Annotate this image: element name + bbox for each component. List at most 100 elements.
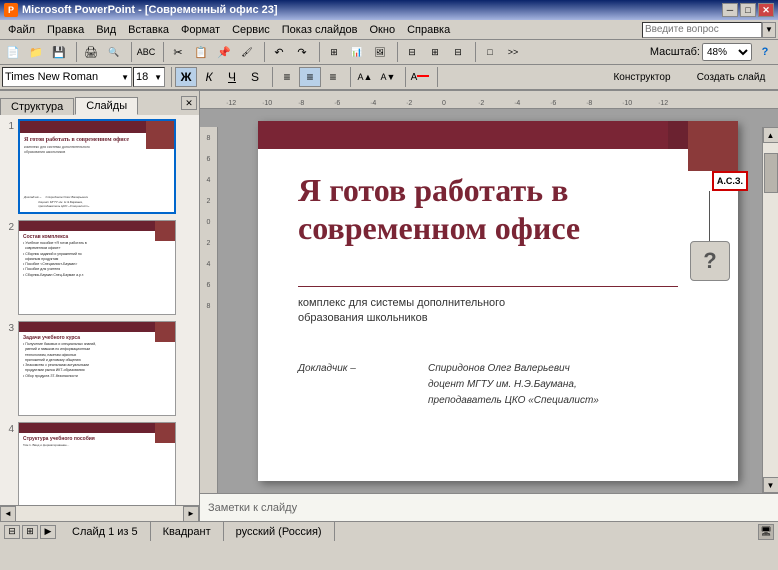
format-toolbar: Times New Roman ▼ 18 ▼ Ж К Ч S ≡ ≡ ≡ A▲ … xyxy=(0,65,778,91)
view-buttons: ⊟ ⊞ ▶ xyxy=(0,525,60,539)
insert-picture-button[interactable]: 🖼 xyxy=(369,42,391,62)
status-icon-1[interactable]: 🖥 xyxy=(758,524,774,540)
paste-button[interactable]: 📌 xyxy=(213,42,235,62)
save-button[interactable]: 💾 xyxy=(48,42,70,62)
help-button[interactable]: ? xyxy=(754,42,776,62)
slide-accent-block2 xyxy=(668,121,688,149)
main-slide[interactable]: Я готов работать в современном офисе ком… xyxy=(258,121,738,481)
more-button[interactable]: >> xyxy=(502,42,524,62)
italic-button[interactable]: К xyxy=(198,67,220,87)
ruler-left: 8 6 4 2 0 2 4 6 8 xyxy=(200,127,218,493)
tb-sep-2 xyxy=(128,42,132,62)
menu-edit[interactable]: Правка xyxy=(41,23,90,37)
slide-thumb-3[interactable]: 3 Задачи учебного курса • Получение базо… xyxy=(2,321,197,416)
comment-box[interactable]: А.С.З. xyxy=(712,171,748,191)
tab-slides[interactable]: Слайды xyxy=(75,97,138,115)
font-size-box[interactable]: 18 ▼ xyxy=(133,67,165,87)
menu-file[interactable]: Файл xyxy=(2,23,41,37)
slide-num-2: 2 xyxy=(2,222,14,233)
font-size-increase[interactable]: A▲ xyxy=(354,67,376,87)
tb-sep-3 xyxy=(160,42,164,62)
expand-button[interactable]: ⊞ xyxy=(424,42,446,62)
font-name-arrow[interactable]: ▼ xyxy=(121,73,129,82)
scroll-down-button[interactable]: ▼ xyxy=(763,477,778,493)
comment-bubble[interactable]: ? xyxy=(690,241,730,281)
normal-view-button[interactable]: ⊟ xyxy=(4,525,20,539)
left-panel: Структура Слайды ✕ 1 Я готов работать в … xyxy=(0,91,200,521)
window-controls[interactable]: ─ □ ✕ xyxy=(722,3,774,17)
menu-view[interactable]: Вид xyxy=(90,23,122,37)
spell-check-button[interactable]: ABC xyxy=(135,42,157,62)
cut-button[interactable]: ✂ xyxy=(167,42,189,62)
help-search: ▼ xyxy=(642,22,776,38)
slideshow-button[interactable]: ▶ xyxy=(40,525,56,539)
sp4-header xyxy=(19,423,175,433)
sp4-accent xyxy=(155,423,175,443)
scroll-thumb[interactable] xyxy=(764,153,778,193)
slide-title-underline xyxy=(298,286,678,287)
minimize-button[interactable]: ─ xyxy=(722,3,738,17)
font-color-button[interactable]: A xyxy=(409,67,431,87)
notes-area[interactable]: Заметки к слайду xyxy=(200,493,778,521)
sp2-header xyxy=(19,221,175,231)
new-slide-button[interactable]: Создать слайд xyxy=(686,67,776,87)
help-search-arrow[interactable]: ▼ xyxy=(762,22,776,38)
slide-preview-2: Состав комплекса • Учебное пособие «Я го… xyxy=(18,220,176,315)
grayscale-button[interactable]: □ xyxy=(479,42,501,62)
scroll-track[interactable] xyxy=(763,143,778,477)
align-right-button[interactable]: ≡ xyxy=(322,67,344,87)
slide-thumb-2[interactable]: 2 Состав комплекса • Учебное пособие «Я … xyxy=(2,220,197,315)
menu-window[interactable]: Окно xyxy=(364,23,402,37)
print-preview-button[interactable]: 🔍 xyxy=(103,42,125,62)
font-name-box[interactable]: Times New Roman ▼ xyxy=(2,67,132,87)
align-center-button[interactable]: ≡ xyxy=(299,67,321,87)
font-name-display: Times New Roman xyxy=(5,71,98,83)
open-button[interactable]: 📁 xyxy=(25,42,47,62)
font-size-arrow[interactable]: ▼ xyxy=(154,73,162,82)
new-button[interactable]: 📄 xyxy=(2,42,24,62)
slide-info: Слайд 1 из 5 xyxy=(60,522,151,541)
hscroll-track xyxy=(16,506,183,521)
slide-sorter-button[interactable]: ⊞ xyxy=(22,525,38,539)
designer-button[interactable]: Конструктор xyxy=(602,67,682,87)
redo-button[interactable]: ↷ xyxy=(291,42,313,62)
copy-button[interactable]: 📋 xyxy=(190,42,212,62)
font-size-display: 18 xyxy=(136,71,148,83)
maximize-button[interactable]: □ xyxy=(740,3,756,17)
insert-chart-button[interactable]: 📊 xyxy=(346,42,368,62)
menu-insert[interactable]: Вставка xyxy=(122,23,175,37)
scroll-up-button[interactable]: ▲ xyxy=(763,127,778,143)
close-button[interactable]: ✕ xyxy=(758,3,774,17)
sp1-accent2 xyxy=(136,121,146,133)
fmt-sep-3 xyxy=(347,67,351,87)
slide-thumb-4[interactable]: 4 Структура учебного пособия Том 1. Ввод… xyxy=(2,422,197,505)
slides-list: 1 Я готов работать в современном офисе к… xyxy=(0,115,199,505)
slide-thumb-1[interactable]: 1 Я готов работать в современном офисе к… xyxy=(2,119,197,214)
tables-button[interactable]: ⊟ xyxy=(401,42,423,62)
font-size-decrease[interactable]: A▼ xyxy=(377,67,399,87)
help-search-input[interactable] xyxy=(642,22,762,38)
undo-button[interactable]: ↶ xyxy=(268,42,290,62)
hscroll-right-button[interactable]: ► xyxy=(183,506,199,522)
collapse-button[interactable]: ⊟ xyxy=(447,42,469,62)
comment-line xyxy=(709,191,710,241)
print-button[interactable]: 🖨 xyxy=(80,42,102,62)
slide-presenter-label: Докладчик – xyxy=(298,361,356,377)
align-left-button[interactable]: ≡ xyxy=(276,67,298,87)
menu-format[interactable]: Формат xyxy=(175,23,226,37)
bold-button[interactable]: Ж xyxy=(175,67,197,87)
menu-slideshow[interactable]: Показ слайдов xyxy=(276,23,364,37)
fmt-sep-4 xyxy=(402,67,406,87)
zoom-select[interactable]: 48% xyxy=(702,43,752,61)
tb-sep-4 xyxy=(261,42,265,62)
strikethrough-button[interactable]: S xyxy=(244,67,266,87)
tab-structure[interactable]: Структура xyxy=(0,98,74,115)
menu-help[interactable]: Справка xyxy=(401,23,456,37)
insert-table-button[interactable]: ⊞ xyxy=(323,42,345,62)
panel-close-button[interactable]: ✕ xyxy=(181,96,197,110)
underline-button[interactable]: Ч xyxy=(221,67,243,87)
slide-main-title: Я готов работать в современном офисе xyxy=(298,171,678,248)
menu-tools[interactable]: Сервис xyxy=(226,23,276,37)
format-painter-button[interactable]: 🖌 xyxy=(236,42,258,62)
hscroll-left-button[interactable]: ◄ xyxy=(0,506,16,522)
